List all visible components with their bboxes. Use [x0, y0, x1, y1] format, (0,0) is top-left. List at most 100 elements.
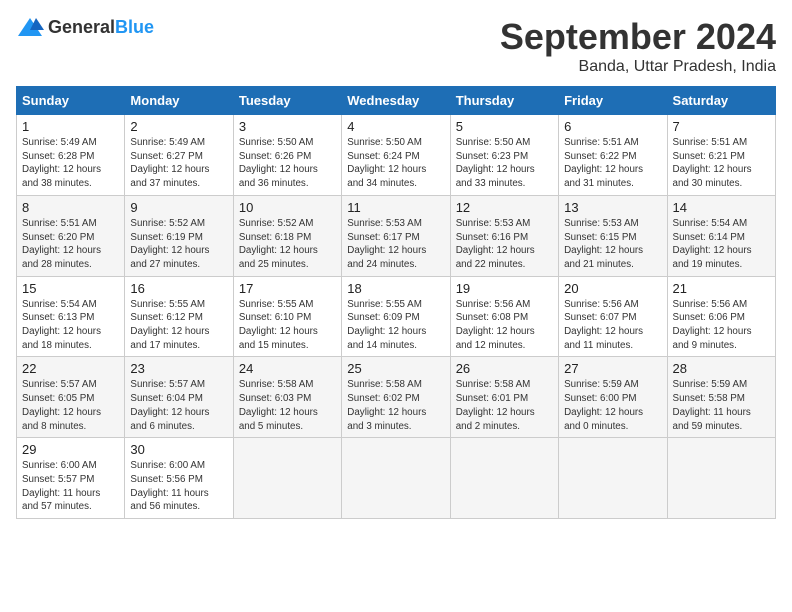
day-number: 16 [130, 281, 227, 296]
calendar-week-row: 29 Sunrise: 6:00 AM Sunset: 5:57 PM Dayli… [17, 438, 776, 519]
table-row [559, 438, 667, 519]
day-info: Sunrise: 5:51 AM Sunset: 6:20 PM Dayligh… [22, 217, 119, 272]
day-info: Sunrise: 5:49 AM Sunset: 6:27 PM Dayligh… [130, 136, 227, 191]
title-area: September 2024 Banda, Uttar Pradesh, Ind… [500, 16, 776, 76]
day-info: Sunrise: 5:56 AM Sunset: 6:06 PM Dayligh… [673, 298, 770, 353]
calendar-week-row: 8 Sunrise: 5:51 AM Sunset: 6:20 PM Daylig… [17, 195, 776, 276]
table-row: 16 Sunrise: 5:55 AM Sunset: 6:12 PM Dayli… [125, 276, 233, 357]
day-info: Sunrise: 6:00 AM Sunset: 5:56 PM Dayligh… [130, 459, 227, 514]
day-number: 27 [564, 361, 661, 376]
table-row: 19Sunrise: 5:56 AM Sunset: 6:08 PM Dayli… [450, 276, 558, 357]
day-number: 13 [564, 200, 661, 215]
day-info: Sunrise: 5:51 AM Sunset: 6:22 PM Dayligh… [564, 136, 661, 191]
day-info: Sunrise: 5:49 AM Sunset: 6:28 PM Dayligh… [22, 136, 119, 191]
day-info: Sunrise: 5:58 AM Sunset: 6:01 PM Dayligh… [456, 378, 553, 433]
day-info: Sunrise: 5:52 AM Sunset: 6:19 PM Dayligh… [130, 217, 227, 272]
table-row: 12 Sunrise: 5:53 AM Sunset: 6:16 PM Dayli… [450, 195, 558, 276]
table-row: 7 Sunrise: 5:51 AM Sunset: 6:21 PM Daylig… [667, 115, 775, 196]
day-info: Sunrise: 5:54 AM Sunset: 6:14 PM Dayligh… [673, 217, 770, 272]
day-number: 1 [22, 119, 119, 134]
table-row: 27 Sunrise: 5:59 AM Sunset: 6:00 PM Dayli… [559, 357, 667, 438]
day-number: 18 [347, 281, 444, 296]
table-row: 2 Sunrise: 5:49 AM Sunset: 6:27 PM Daylig… [125, 115, 233, 196]
table-row: 28Sunrise: 5:59 AM Sunset: 5:58 PM Dayli… [667, 357, 775, 438]
table-row [233, 438, 341, 519]
day-number: 29 [22, 442, 119, 457]
table-row: 14 Sunrise: 5:54 AM Sunset: 6:14 PM Dayli… [667, 195, 775, 276]
day-number: 12 [456, 200, 553, 215]
table-row: 13 Sunrise: 5:53 AM Sunset: 6:15 PM Dayli… [559, 195, 667, 276]
header: GeneralBlue September 2024 Banda, Uttar … [16, 16, 776, 76]
table-row: 18 Sunrise: 5:55 AM Sunset: 6:09 PM Dayli… [342, 276, 450, 357]
table-row: 10 Sunrise: 5:52 AM Sunset: 6:18 PM Dayli… [233, 195, 341, 276]
day-info: Sunrise: 5:58 AM Sunset: 6:03 PM Dayligh… [239, 378, 336, 433]
day-number: 17 [239, 281, 336, 296]
calendar-table: Sunday Monday Tuesday Wednesday Thursday… [16, 86, 776, 519]
logo-text-general: General [48, 17, 115, 37]
table-row: 29 Sunrise: 6:00 AM Sunset: 5:57 PM Dayli… [17, 438, 125, 519]
col-thursday: Thursday [450, 87, 558, 115]
calendar-week-row: 15 Sunrise: 5:54 AM Sunset: 6:13 PM Dayli… [17, 276, 776, 357]
day-number: 3 [239, 119, 336, 134]
day-info: Sunrise: 5:57 AM Sunset: 6:05 PM Dayligh… [22, 378, 119, 433]
col-wednesday: Wednesday [342, 87, 450, 115]
col-tuesday: Tuesday [233, 87, 341, 115]
day-number: 7 [673, 119, 770, 134]
day-info: Sunrise: 5:53 AM Sunset: 6:17 PM Dayligh… [347, 217, 444, 272]
col-monday: Monday [125, 87, 233, 115]
col-friday: Friday [559, 87, 667, 115]
table-row: 26 Sunrise: 5:58 AM Sunset: 6:01 PM Dayli… [450, 357, 558, 438]
day-number: 15 [22, 281, 119, 296]
day-number: 14 [673, 200, 770, 215]
table-row: 1 Sunrise: 5:49 AM Sunset: 6:28 PM Daylig… [17, 115, 125, 196]
table-row: 4 Sunrise: 5:50 AM Sunset: 6:24 PM Daylig… [342, 115, 450, 196]
table-row: 6 Sunrise: 5:51 AM Sunset: 6:22 PM Daylig… [559, 115, 667, 196]
day-info: Sunrise: 5:55 AM Sunset: 6:12 PM Dayligh… [130, 298, 227, 353]
logo-icon [16, 16, 44, 38]
day-number: 6 [564, 119, 661, 134]
day-info: Sunrise: 5:50 AM Sunset: 6:24 PM Dayligh… [347, 136, 444, 191]
col-saturday: Saturday [667, 87, 775, 115]
table-row: 20 Sunrise: 5:56 AM Sunset: 6:07 PM Dayli… [559, 276, 667, 357]
table-row: 17 Sunrise: 5:55 AM Sunset: 6:10 PM Dayli… [233, 276, 341, 357]
table-row: 5Sunrise: 5:50 AM Sunset: 6:23 PM Daylig… [450, 115, 558, 196]
table-row [450, 438, 558, 519]
day-info: Sunrise: 5:51 AM Sunset: 6:21 PM Dayligh… [673, 136, 770, 191]
day-number: 4 [347, 119, 444, 134]
day-number: 25 [347, 361, 444, 376]
day-number: 28 [673, 361, 770, 376]
day-number: 26 [456, 361, 553, 376]
day-number: 8 [22, 200, 119, 215]
day-number: 20 [564, 281, 661, 296]
day-number: 11 [347, 200, 444, 215]
day-info: Sunrise: 6:00 AM Sunset: 5:57 PM Dayligh… [22, 459, 119, 514]
day-number: 24 [239, 361, 336, 376]
table-row: 22Sunrise: 5:57 AM Sunset: 6:05 PM Dayli… [17, 357, 125, 438]
calendar-week-row: 22Sunrise: 5:57 AM Sunset: 6:05 PM Dayli… [17, 357, 776, 438]
day-info: Sunrise: 5:50 AM Sunset: 6:26 PM Dayligh… [239, 136, 336, 191]
day-info: Sunrise: 5:56 AM Sunset: 6:07 PM Dayligh… [564, 298, 661, 353]
day-info: Sunrise: 5:54 AM Sunset: 6:13 PM Dayligh… [22, 298, 119, 353]
table-row: 21Sunrise: 5:56 AM Sunset: 6:06 PM Dayli… [667, 276, 775, 357]
day-number: 30 [130, 442, 227, 457]
day-number: 10 [239, 200, 336, 215]
day-info: Sunrise: 5:55 AM Sunset: 6:10 PM Dayligh… [239, 298, 336, 353]
day-number: 2 [130, 119, 227, 134]
table-row: 24 Sunrise: 5:58 AM Sunset: 6:03 PM Dayli… [233, 357, 341, 438]
table-row: 25 Sunrise: 5:58 AM Sunset: 6:02 PM Dayli… [342, 357, 450, 438]
table-row: 15 Sunrise: 5:54 AM Sunset: 6:13 PM Dayli… [17, 276, 125, 357]
day-number: 5 [456, 119, 553, 134]
day-info: Sunrise: 5:52 AM Sunset: 6:18 PM Dayligh… [239, 217, 336, 272]
month-title: September 2024 [500, 16, 776, 58]
day-info: Sunrise: 5:53 AM Sunset: 6:15 PM Dayligh… [564, 217, 661, 272]
col-sunday: Sunday [17, 87, 125, 115]
day-info: Sunrise: 5:55 AM Sunset: 6:09 PM Dayligh… [347, 298, 444, 353]
day-info: Sunrise: 5:53 AM Sunset: 6:16 PM Dayligh… [456, 217, 553, 272]
logo-wordmark: GeneralBlue [48, 17, 154, 38]
day-info: Sunrise: 5:59 AM Sunset: 6:00 PM Dayligh… [564, 378, 661, 433]
calendar-week-row: 1 Sunrise: 5:49 AM Sunset: 6:28 PM Daylig… [17, 115, 776, 196]
location-title: Banda, Uttar Pradesh, India [500, 58, 776, 76]
day-info: Sunrise: 5:57 AM Sunset: 6:04 PM Dayligh… [130, 378, 227, 433]
logo: GeneralBlue [16, 16, 154, 38]
day-info: Sunrise: 5:58 AM Sunset: 6:02 PM Dayligh… [347, 378, 444, 433]
